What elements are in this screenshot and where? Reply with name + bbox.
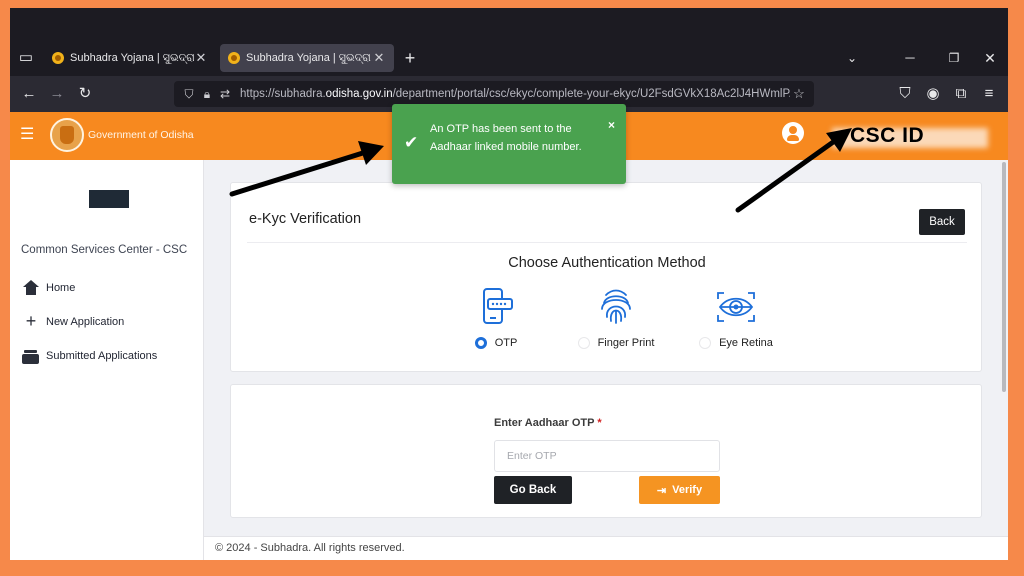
reload-icon[interactable]: ↻ (74, 76, 96, 112)
new-tab-button[interactable]: + (398, 40, 422, 76)
divider (247, 242, 967, 243)
minimize-icon[interactable]: ─ (898, 40, 922, 76)
ekyc-card: e-Kyc Verification Back Choose Authentic… (230, 182, 982, 372)
tab-close-icon[interactable]: ✕ (372, 50, 386, 66)
tab-close-icon[interactable]: ✕ (194, 50, 208, 66)
finger-print-radio[interactable] (577, 337, 590, 349)
shield-icon[interactable]: ⛉ (180, 87, 198, 102)
footer: © 2024 - Subhadra. All rights reserved. (204, 536, 1008, 560)
window-close-icon[interactable]: ✕ (978, 40, 1002, 76)
back-arrow-icon[interactable]: ← (18, 76, 40, 112)
browser-tab-1[interactable]: Subhadra Yojana | ସୁଭଦ୍ରା ଯୋଜନା ✕ (44, 44, 216, 72)
back-button[interactable]: Back (919, 209, 965, 235)
lock-icon[interactable]: 🔒︎ (198, 87, 216, 102)
restore-icon[interactable]: ❐ (942, 40, 966, 76)
otp-input[interactable] (494, 440, 720, 472)
account-icon[interactable]: ◉ (922, 76, 944, 112)
sidebar-title: Common Services Center - CSC (21, 244, 188, 256)
os-title-bar (10, 8, 1008, 40)
otp-sent-toast: ✔ An OTP has been sent to the Aadhaar li… (392, 104, 626, 184)
toast-close-icon[interactable]: × (608, 118, 615, 132)
required-mark: * (597, 417, 602, 429)
verify-label: Verify (672, 484, 703, 496)
method-otp[interactable]: OTP (441, 287, 551, 351)
plus-icon: + (25, 311, 37, 331)
sidebar-item-label: Submitted Applications (46, 350, 158, 362)
verify-button[interactable]: ⇥ Verify (639, 476, 720, 504)
tab-list-chevron-down-icon[interactable]: ⌄ (840, 40, 864, 76)
footer-text: © 2024 - Subhadra. All rights reserved. (215, 542, 405, 554)
browser-tab-2[interactable]: Subhadra Yojana | ସୁଭଦ୍ରା ଯୋଜନା ✕ (220, 44, 394, 72)
method-label: Finger Print (597, 337, 655, 349)
home-icon (22, 280, 40, 296)
screenshot-frame: ▭ Subhadra Yojana | ସୁଭଦ୍ରା ଯୋଜନା ✕ Subh… (10, 8, 1008, 560)
odisha-emblem-logo (50, 118, 84, 152)
favicon-icon (228, 52, 240, 64)
method-label: Eye Retina (719, 337, 773, 349)
org-name: Government of Odisha (88, 129, 194, 141)
hamburger-menu-icon[interactable]: ☰ (20, 126, 34, 144)
forward-arrow-icon[interactable]: → (46, 76, 68, 112)
csc-id-annotation: CSC ID (850, 124, 925, 147)
method-eye-retina[interactable]: Eye Retina (681, 287, 791, 351)
sidebar-item-home[interactable]: Home (22, 280, 75, 296)
sidebar-item-new-application[interactable]: + New Application (22, 311, 125, 331)
eye-retina-radio[interactable] (699, 337, 712, 349)
sidebar: Common Services Center - CSC Home + New … (10, 160, 204, 560)
scrollbar-thumb[interactable] (1002, 162, 1006, 392)
checkmark-icon: ✔ (404, 133, 419, 152)
browser-tab-strip: ▭ Subhadra Yojana | ସୁଭଦ୍ରା ଯୋଜନା ✕ Subh… (10, 40, 1008, 76)
otp-radio[interactable] (474, 337, 487, 349)
pocket-icon[interactable]: ⛉ (894, 76, 916, 112)
page-title: e-Kyc Verification (249, 211, 362, 227)
menu-icon[interactable]: ≡ (978, 76, 1000, 112)
extensions-icon[interactable]: ⧉ (950, 76, 972, 112)
phone-otp-icon (483, 288, 513, 324)
sidebar-logo (89, 190, 129, 208)
user-avatar-icon[interactable] (782, 122, 804, 144)
sign-in-icon: ⇥ (656, 484, 667, 497)
favicon-icon (52, 52, 64, 64)
auth-method-title: Choose Authentication Method (508, 255, 706, 271)
sidebar-item-label: Home (46, 282, 76, 294)
permissions-icon[interactable]: ⇄ (216, 87, 234, 101)
sidebar-item-label: New Application (46, 316, 125, 328)
bookmark-star-icon[interactable]: ☆ (790, 86, 808, 102)
tab-title: Subhadra Yojana | ସୁଭଦ୍ରା ଯୋଜନା (246, 51, 372, 64)
go-back-button[interactable]: Go Back (494, 476, 572, 504)
sidebar-item-submitted-applications[interactable]: Submitted Applications (22, 348, 157, 364)
url-text[interactable]: https://subhadra.odisha.gov.in/departmen… (240, 88, 790, 100)
otp-card: Enter Aadhaar OTP * Go Back ⇥ Verify (230, 384, 982, 518)
otp-label: Enter Aadhaar OTP * (494, 417, 602, 429)
fingerprint-icon (601, 289, 631, 324)
tab-title: Subhadra Yojana | ସୁଭଦ୍ରା ଯୋଜନା (70, 51, 194, 64)
eye-retina-icon (717, 292, 755, 322)
stack-icon (22, 348, 40, 364)
method-finger-print[interactable]: Finger Print (561, 287, 671, 351)
tab-overview-icon[interactable]: ▭ (14, 40, 38, 76)
toast-message: An OTP has been sent to the Aadhaar link… (430, 123, 582, 153)
method-label: OTP (494, 337, 518, 349)
